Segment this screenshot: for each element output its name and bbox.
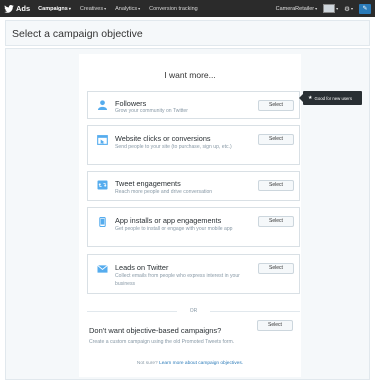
legacy-campaign-description: Create a custom campaign using the old P… — [89, 339, 235, 345]
account-controls: CameraRetailer ▾ ▾ ⚙ ▾ ✎ — [276, 3, 371, 14]
nav-campaigns[interactable]: Campaigns ▾ — [38, 6, 71, 12]
select-leads-button[interactable]: Select — [258, 263, 294, 274]
or-divider: OR — [87, 306, 300, 316]
chevron-down-icon: ▾ — [104, 6, 107, 11]
select-legacy-campaign-button[interactable]: Select — [257, 320, 293, 331]
objective-panel: I want more... Followers Grow your commu… — [79, 54, 301, 377]
divider-line — [210, 311, 300, 312]
gear-icon: ⚙ — [344, 5, 350, 13]
nav-label: Conversion tracking — [149, 5, 198, 12]
select-tweet-engagements-button[interactable]: Select — [258, 180, 294, 191]
nav-label: Campaigns — [38, 5, 68, 12]
nav-label: Analytics — [115, 5, 138, 12]
objective-description: Collect emails from people who express i… — [115, 273, 240, 287]
page-title: Select a campaign objective — [12, 28, 143, 40]
objective-heading: I want more... — [164, 70, 216, 80]
chevron-down-icon: ▾ — [350, 6, 353, 11]
top-navigation-bar: Ads Campaigns ▾ Creatives ▾ Analytics ▾ … — [0, 0, 375, 17]
nav-analytics[interactable]: Analytics ▾ — [115, 6, 140, 12]
objective-title: Tweet engagements — [115, 179, 181, 188]
page-header: Select a campaign objective — [5, 20, 370, 46]
twitter-bird-icon — [4, 4, 14, 13]
objective-title: App installs or app engagements — [115, 216, 222, 225]
avatar — [323, 4, 336, 13]
chevron-down-icon: ▾ — [336, 6, 339, 11]
envelope-icon — [97, 265, 108, 273]
chevron-down-icon: ▾ — [315, 6, 318, 11]
account-name: CameraRetailer — [275, 5, 315, 12]
objective-description: Send people to your site (to purchase, s… — [115, 144, 232, 150]
objective-title: Leads on Twitter — [115, 263, 169, 272]
objective-card-tweet-engagements[interactable]: Tweet engagements Reach more people and … — [87, 171, 300, 201]
compose-icon: ✎ — [362, 6, 368, 12]
select-website-clicks-button[interactable]: Select — [258, 134, 294, 145]
avatar-menu[interactable]: ▾ — [323, 4, 338, 13]
star-icon: ★ — [308, 95, 313, 101]
objective-card-app-installs[interactable]: App installs or app engagements Get peop… — [87, 207, 300, 247]
nav-conversion-tracking[interactable]: Conversion tracking — [149, 6, 198, 12]
chevron-down-icon: ▾ — [68, 6, 71, 11]
engagement-icon — [97, 180, 108, 190]
twitter-ads-logo[interactable]: Ads — [4, 4, 30, 13]
objective-card-followers[interactable]: Followers Grow your community on Twitter… — [87, 91, 300, 119]
objective-title: Followers — [115, 99, 147, 108]
objective-card-leads[interactable]: Leads on Twitter Collect emails from peo… — [87, 254, 300, 294]
brand-label: Ads — [16, 4, 31, 13]
objective-description: Reach more people and drive conversation — [115, 189, 213, 195]
objective-description: Get people to install or engage with you… — [115, 226, 233, 232]
nav-label: Creatives — [79, 5, 104, 12]
objective-description: Grow your community on Twitter — [115, 108, 188, 114]
help-footnote: Not sure? Learn more about campaign obje… — [79, 361, 301, 366]
settings-menu[interactable]: ⚙ ▾ — [344, 5, 353, 13]
person-icon — [97, 100, 108, 110]
chevron-down-icon: ▾ — [138, 6, 141, 11]
legacy-campaign-title: Don't want objective-based campaigns? — [89, 326, 222, 335]
account-switcher[interactable]: CameraRetailer ▾ — [276, 6, 318, 12]
learn-more-link[interactable]: Learn more about campaign objectives. — [159, 361, 243, 366]
good-for-new-users-tooltip: ★ Good for new users — [299, 91, 362, 105]
compose-tweet-button[interactable]: ✎ — [359, 3, 371, 14]
nav-creatives[interactable]: Creatives ▾ — [80, 6, 106, 12]
select-followers-button[interactable]: Select — [258, 100, 294, 111]
select-app-installs-button[interactable]: Select — [258, 216, 294, 227]
footnote-prefix: Not sure? — [136, 361, 158, 366]
phone-icon — [99, 217, 106, 227]
objective-title: Website clicks or conversions — [115, 134, 211, 143]
website-icon — [97, 135, 108, 145]
objective-card-website-clicks[interactable]: Website clicks or conversions Send peopl… — [87, 125, 300, 165]
tooltip-text: Good for new users — [314, 95, 352, 101]
